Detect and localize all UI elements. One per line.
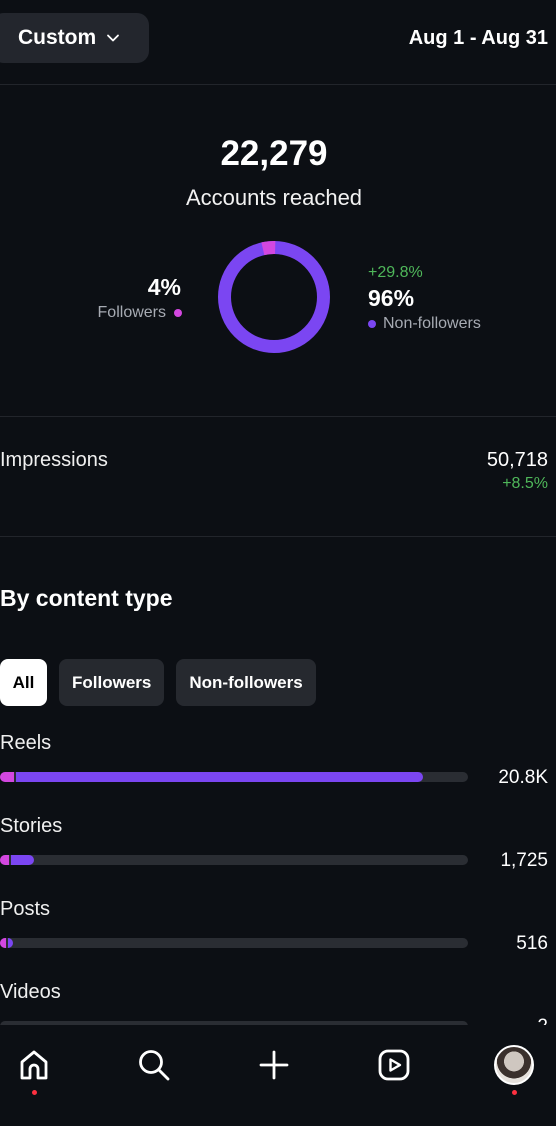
nonfollowers-dot-icon	[368, 320, 376, 328]
chip-all[interactable]: All	[0, 659, 47, 706]
search-icon	[139, 1050, 170, 1081]
audience-filter-chips: All Followers Non-followers	[0, 659, 316, 706]
nav-profile[interactable]	[492, 1043, 536, 1087]
chevron-down-icon	[107, 34, 120, 42]
posts-nonfollowers-bar	[8, 938, 13, 948]
reels-followers-bar	[0, 772, 14, 782]
stories-followers-bar	[0, 855, 9, 865]
chip-followers[interactable]: Followers	[59, 659, 165, 706]
divider	[0, 416, 556, 417]
profile-notification-dot	[512, 1090, 517, 1095]
home-icon	[20, 1050, 48, 1080]
stories-label: Stories	[0, 815, 63, 837]
followers-dot-icon	[174, 309, 182, 317]
posts-label: Posts	[0, 898, 51, 920]
videos-label: Videos	[0, 981, 61, 1003]
nav-create[interactable]	[252, 1043, 296, 1087]
date-range-dropdown-label: Custom	[18, 26, 97, 49]
followers-percent: 4%	[147, 274, 181, 300]
reels-icon	[378, 1049, 410, 1081]
followers-legend: Followers	[98, 304, 182, 322]
reels-value: 20.8K	[498, 767, 548, 788]
reels-nonfollowers-bar	[16, 772, 423, 782]
create-icon	[259, 1050, 289, 1080]
posts-followers-bar	[0, 938, 6, 948]
nav-home[interactable]	[12, 1043, 56, 1087]
posts-value: 516	[516, 933, 548, 954]
reels-label: Reels	[0, 732, 52, 754]
stories-nonfollowers-bar	[11, 855, 34, 865]
impressions-value: 50,718	[486, 449, 548, 471]
chip-non-followers[interactable]: Non-followers	[176, 659, 316, 706]
posts-bar	[0, 938, 468, 948]
impressions-label: Impressions	[0, 449, 108, 471]
nonfollowers-change: +29.8%	[368, 264, 423, 281]
followers-legend-label: Followers	[97, 304, 166, 321]
date-range-text: Aug 1 - Aug 31	[408, 27, 548, 49]
nonfollowers-legend-label: Non-followers	[383, 315, 481, 332]
reels-bar	[0, 772, 468, 782]
divider	[0, 536, 556, 537]
nonfollowers-legend: Non-followers	[368, 315, 481, 333]
stories-value: 1,725	[500, 850, 548, 871]
content-type-title: By content type	[0, 585, 173, 611]
home-notification-dot	[32, 1090, 37, 1095]
bottom-nav	[0, 1025, 556, 1126]
nav-search[interactable]	[132, 1043, 176, 1087]
insights-screen: Custom Aug 1 - Aug 31 22,279 Accounts re…	[0, 0, 556, 1126]
accounts-reached-count: 22,279	[220, 134, 328, 173]
impressions-change: +8.5%	[502, 475, 548, 492]
date-range-dropdown[interactable]: Custom	[0, 13, 149, 63]
accounts-reached-label: Accounts reached	[185, 185, 363, 210]
audience-donut-chart	[218, 241, 330, 353]
nonfollowers-percent: 96%	[368, 285, 415, 311]
divider	[0, 84, 556, 85]
profile-avatar	[494, 1045, 534, 1085]
stories-bar	[0, 855, 468, 865]
nav-reels[interactable]	[372, 1043, 416, 1087]
donut-nonfollowers-arc	[218, 241, 330, 353]
